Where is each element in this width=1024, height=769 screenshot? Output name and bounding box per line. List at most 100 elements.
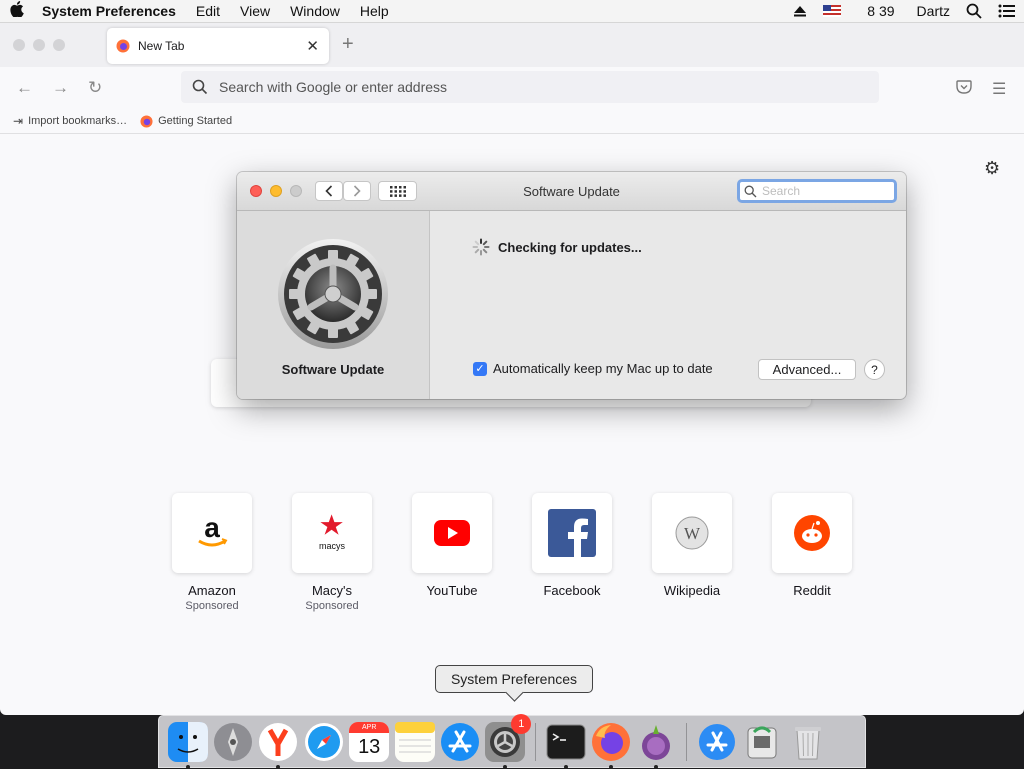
svg-text:a: a (204, 513, 220, 543)
dock-system-preferences-icon[interactable]: 1 (485, 713, 532, 769)
dock-trash-icon[interactable] (788, 722, 828, 762)
spotlight-icon[interactable] (958, 3, 990, 19)
top-site-reddit[interactable]: Reddit (772, 493, 852, 612)
software-update-window: Software Update Search Software Update C… (237, 172, 906, 399)
tab-new-tab[interactable]: New Tab ✕ (107, 28, 329, 64)
reload-icon[interactable]: ↻ (88, 78, 102, 98)
bookmark-import[interactable]: ⇥ Import bookmarks… (13, 114, 127, 128)
dock-terminal-icon[interactable] (546, 722, 586, 769)
software-update-gear-icon (277, 238, 389, 350)
close-window-button[interactable] (13, 39, 25, 51)
top-site-label: Facebook (543, 583, 601, 598)
notification-badge: 1 (511, 713, 532, 734)
minimize-window-button[interactable] (33, 39, 45, 51)
menu-help[interactable]: Help (350, 0, 399, 22)
apple-menu-icon[interactable] (0, 1, 34, 21)
help-button[interactable]: ? (864, 359, 885, 380)
dock: APR 13 1 (158, 713, 866, 769)
auto-update-row: ✓ Automatically keep my Mac up to date (473, 361, 713, 376)
dock-downloads-icon[interactable] (697, 722, 737, 762)
search-icon (192, 79, 208, 95)
input-source-flag-icon[interactable] (815, 5, 849, 17)
bookmark-label: Getting Started (158, 115, 233, 127)
dock-tor-browser-icon[interactable] (636, 722, 676, 769)
sponsored-label: Sponsored (185, 600, 239, 612)
preferences-search-field[interactable] (737, 179, 897, 203)
dock-launchpad-icon[interactable] (213, 722, 253, 762)
pocket-icon[interactable] (956, 80, 972, 94)
amazon-logo-icon: a (172, 493, 252, 573)
tab-strip: New Tab ✕ + (0, 23, 1024, 67)
dialog-body: Software Update Checking for updates... … (237, 211, 906, 399)
top-site-label: Amazon (188, 583, 236, 598)
wikipedia-logo-icon: W (652, 493, 732, 573)
page-settings-gear-icon[interactable]: ⚙ (984, 158, 1000, 179)
dock-safari-icon[interactable] (304, 722, 344, 762)
search-input[interactable] (760, 183, 884, 199)
forward-icon[interactable]: → (52, 78, 69, 98)
youtube-logo-icon (412, 493, 492, 573)
auto-update-label[interactable]: Automatically keep my Mac up to date (493, 361, 713, 376)
dock-calendar-icon[interactable]: APR 13 (349, 721, 390, 762)
firefox-bookmark-icon (140, 114, 153, 128)
dock-separator (686, 722, 688, 761)
dialog-titlebar[interactable]: Software Update (237, 172, 906, 211)
status-text: Checking for updates... (498, 239, 642, 255)
close-tab-icon[interactable]: ✕ (306, 37, 319, 55)
top-site-youtube[interactable]: YouTube (412, 493, 492, 612)
menu-window[interactable]: Window (280, 0, 350, 22)
bookmark-label: Import bookmarks… (28, 115, 128, 127)
dock-tooltip: System Preferences (435, 665, 593, 693)
eject-icon[interactable] (785, 5, 815, 17)
top-site-label: YouTube (426, 583, 478, 598)
pane-label: Software Update (281, 362, 385, 377)
dock-firefox-icon[interactable] (591, 722, 631, 769)
app-menu[interactable]: System Preferences (34, 0, 186, 22)
url-input[interactable] (217, 78, 821, 96)
auto-update-checkbox[interactable]: ✓ (473, 361, 487, 376)
top-site-facebook[interactable]: Facebook (532, 493, 612, 612)
menu-edit[interactable]: Edit (186, 0, 230, 22)
update-status: Checking for updates... (472, 238, 642, 256)
hamburger-menu-icon[interactable]: ☰ (992, 79, 1006, 99)
reddit-logo-icon (772, 493, 852, 573)
top-site-wikipedia[interactable]: W Wikipedia (652, 493, 732, 612)
window-controls (13, 39, 65, 51)
macys-logo-icon: macys (292, 493, 372, 573)
dock-notes-icon[interactable] (394, 721, 435, 762)
top-site-macys[interactable]: macys Macy's Sponsored (292, 493, 372, 612)
new-tab-plus-icon[interactable]: + (342, 33, 354, 56)
dock-finder-icon[interactable] (167, 721, 208, 769)
back-icon[interactable]: ← (16, 78, 33, 98)
menu-bar: System Preferences Edit View Window Help… (0, 0, 1024, 23)
zoom-window-button[interactable] (53, 39, 65, 51)
dock-printer-icon[interactable] (742, 722, 782, 762)
svg-text:macys: macys (319, 541, 346, 551)
facebook-logo-icon (532, 493, 612, 573)
bookmarks-toolbar: ⇥ Import bookmarks… Getting Started (0, 109, 1024, 134)
pane-sidebar: Software Update (237, 211, 430, 399)
top-sites: a Amazon Sponsored macys Macy's Sponsore… (172, 493, 852, 612)
dock-app-store-icon[interactable] (440, 722, 480, 762)
menu-view[interactable]: View (230, 0, 280, 22)
import-icon: ⇥ (13, 114, 24, 128)
top-site-amazon[interactable]: a Amazon Sponsored (172, 493, 252, 612)
dock-yandex-icon[interactable] (258, 722, 298, 769)
advanced-button[interactable]: Advanced... (758, 359, 856, 380)
nav-bar: ← → ↻ ☰ (0, 67, 1024, 109)
calendar-month: APR (349, 721, 390, 733)
bookmark-getting-started[interactable]: Getting Started (140, 114, 233, 128)
search-icon (744, 185, 757, 197)
dock-separator (535, 722, 536, 761)
url-bar[interactable] (181, 71, 879, 103)
user-name[interactable]: Dartz (903, 3, 958, 19)
top-site-label: Macy's (311, 583, 353, 598)
control-center-icon[interactable] (990, 4, 1024, 18)
top-site-label: Wikipedia (663, 583, 721, 598)
top-site-label: Reddit (793, 583, 831, 598)
spinner-icon (472, 238, 490, 256)
calendar-day: 13 (358, 735, 381, 758)
svg-text:W: W (684, 524, 701, 543)
clock[interactable]: 8 39 (849, 3, 902, 19)
firefox-favicon-icon (116, 39, 130, 53)
